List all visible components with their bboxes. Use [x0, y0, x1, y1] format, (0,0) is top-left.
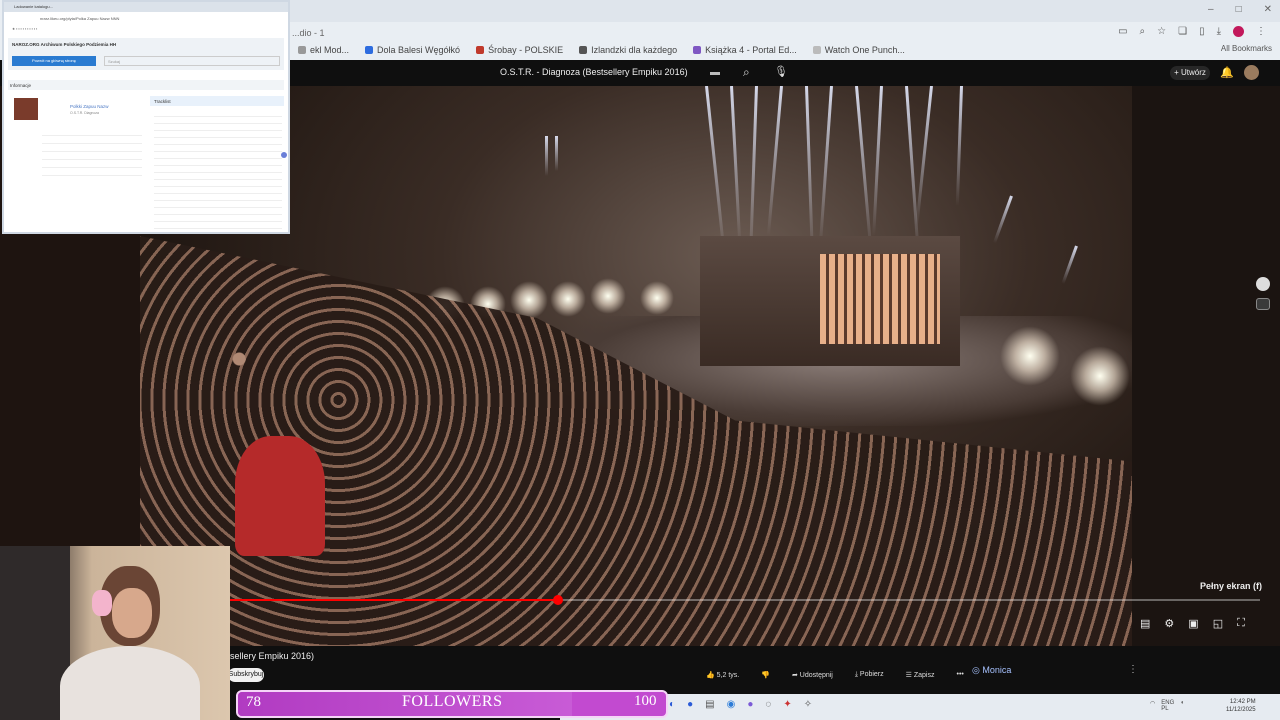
- translate-float-icon[interactable]: [1256, 298, 1270, 310]
- fullscreen-tooltip: Pełny ekran (f): [1200, 581, 1263, 591]
- app-icon[interactable]: ◉: [727, 699, 736, 710]
- webcam-overlay: [0, 546, 230, 720]
- popup-home-button[interactable]: Powrót na główną stronę: [12, 56, 96, 66]
- bookmark-item[interactable]: Izlandzki dla każdego: [579, 45, 677, 55]
- share-button[interactable]: ➦ Udostępnij: [792, 671, 833, 679]
- app-icon[interactable]: ✦: [783, 699, 791, 710]
- star-icon[interactable]: ☆: [1157, 26, 1166, 37]
- popup-info-label: Informacje: [10, 83, 32, 88]
- subtitles-icon[interactable]: ▤: [1140, 617, 1150, 630]
- close-window-button[interactable]: ✕: [1264, 4, 1272, 15]
- clock[interactable]: 12:42 PM 11/12/2025: [1226, 698, 1256, 714]
- popup-album-cover: [14, 98, 38, 120]
- followers-label: FOLLOWERS: [402, 693, 503, 710]
- video-actions: 👍 5,2 tys. 👎 ➦ Udostępnij ⤓ Pobierz ☰ Za…: [706, 671, 964, 679]
- popup-section-bar: [8, 80, 284, 90]
- language-indicator[interactable]: ENG PL: [1161, 700, 1174, 712]
- monica-label: Monica: [982, 665, 1012, 675]
- popup-search-input[interactable]: Szukaj: [104, 56, 280, 66]
- stage-screen: [820, 254, 940, 344]
- wifi-icon[interactable]: ◠: [1150, 700, 1155, 712]
- app-icon[interactable]: ▤: [705, 699, 714, 710]
- popup-album-subtitle: O.S.T.R. Diagnoza: [70, 111, 99, 115]
- profile-icon[interactable]: [1233, 26, 1244, 37]
- progress-bar-fill: [228, 599, 559, 601]
- clock-date: 11/12/2025: [1226, 707, 1256, 713]
- monica-extension-button[interactable]: ◎ Monica: [972, 665, 1011, 676]
- share-label: Udostępnij: [799, 672, 833, 679]
- avatar[interactable]: [1244, 65, 1259, 80]
- popup-scroll-icon[interactable]: [281, 152, 287, 158]
- more-menu-icon[interactable]: ⋮: [1128, 664, 1138, 675]
- bookmark-item[interactable]: Watch One Punch...: [812, 45, 905, 55]
- video-title-heading: sellery Empiku 2016): [230, 651, 315, 661]
- clock-time: 12:42 PM: [1229, 699, 1256, 705]
- download-button[interactable]: ⤓ Pobierz: [855, 671, 884, 679]
- player-controls: ▤ ⚙ ▣ ◱ ⛶: [1140, 617, 1245, 630]
- sidebar-icon[interactable]: ▯: [1199, 26, 1205, 37]
- video-title: O.S.T.R. - Diagnoza (Bestsellery Empiku …: [500, 67, 688, 77]
- zoom-icon[interactable]: ⌕: [1140, 26, 1146, 37]
- bookmark-item[interactable]: Dola Balesi Węgółkó: [365, 45, 460, 55]
- download-icon[interactable]: ⤓: [1217, 26, 1221, 37]
- microphone-icon[interactable]: 🎙: [774, 65, 788, 78]
- notifications-bell-icon[interactable]: 🔔: [1220, 66, 1234, 79]
- bookmark-item[interactable]: Śrobay - POLSKIE: [476, 45, 563, 55]
- miniplayer-icon[interactable]: ▣: [1188, 617, 1198, 630]
- bookmarks-bar: ekl Mod... Dola Balesi Węgółkó Śrobay - …: [290, 42, 1280, 58]
- like-count: 5,2 tys.: [716, 672, 740, 679]
- popup-site-title: NAROZ.ORG Archiwum Polskiego Podziemia H…: [12, 42, 117, 47]
- like-button[interactable]: 👍 5,2 tys.: [706, 671, 739, 679]
- minimize-button[interactable]: –: [1208, 4, 1214, 15]
- window-controls: – □ ✕: [1208, 4, 1272, 15]
- app-icon[interactable]: ◐: [669, 699, 675, 710]
- system-tray: ◠ ENG PL ◖: [1150, 700, 1184, 712]
- popup-tracklist-label: Tracklist: [154, 99, 171, 104]
- tab-bar: [290, 0, 1280, 22]
- cast-icon[interactable]: ◱: [1213, 617, 1223, 630]
- miniplayer-icon[interactable]: ▬: [710, 67, 720, 78]
- popup-tab[interactable]: Ladowanie katalogu...: [14, 4, 53, 9]
- popup-address-bar[interactable]: nrarz.likeu.org/plyta/Polka Zapuu Nazw N…: [40, 16, 119, 21]
- all-bookmarks-link[interactable]: All Bookmarks: [1221, 44, 1272, 53]
- settings-gear-icon[interactable]: ⚙: [1164, 617, 1174, 630]
- more-actions-button[interactable]: •••: [957, 671, 964, 679]
- maximize-button[interactable]: □: [1236, 4, 1242, 15]
- subscribe-button[interactable]: Subskrybuj: [228, 668, 264, 682]
- bookmark-item[interactable]: Książka 4 - Portal Ed...: [693, 45, 797, 55]
- bookmark-item[interactable]: ekl Mod...: [298, 45, 349, 55]
- streamer-face: [112, 588, 152, 638]
- headphones: [92, 590, 112, 616]
- popup-browser-window[interactable]: Ladowanie katalogu... nrarz.likeu.org/pl…: [2, 0, 290, 234]
- create-button[interactable]: + Utwórz: [1170, 66, 1210, 80]
- app-icon[interactable]: ●: [687, 699, 693, 710]
- save-label: Zapisz: [913, 672, 935, 679]
- video-letterbox-right: [1132, 86, 1280, 646]
- save-button[interactable]: ☰ Zapisz: [906, 671, 935, 679]
- tab-title-fragment[interactable]: ...dio - 1: [292, 28, 325, 38]
- followers-current-count: 78: [246, 694, 261, 710]
- volume-icon[interactable]: ◖: [1180, 700, 1184, 712]
- app-icon[interactable]: ●: [747, 699, 753, 710]
- dislike-button[interactable]: 👎: [761, 671, 770, 679]
- extension-float-icon[interactable]: [1256, 277, 1270, 291]
- popup-album-title[interactable]: Polkki Zapuu Nazw: [70, 104, 109, 109]
- download-label: Pobierz: [859, 671, 884, 678]
- app-icon[interactable]: ✧: [804, 699, 812, 710]
- whatsapp-icon[interactable]: ◌: [765, 699, 771, 710]
- address-bar-icons: ▭ ⌕ ☆ ❏ ▯ ⤓ ⋮: [1118, 26, 1266, 37]
- popup-bookmarks-bar: ★ ▪ ▪ ▪ ▪ ▪ ▪ ▪ ▪ ▪ ▪: [12, 27, 38, 31]
- menu-icon[interactable]: ⋮: [1256, 26, 1266, 37]
- audience-member: [235, 436, 325, 556]
- fullscreen-icon[interactable]: ⛶: [1237, 617, 1245, 630]
- extensions-icon[interactable]: ❏: [1178, 26, 1187, 37]
- followers-goal-count: 100: [634, 693, 657, 709]
- search-icon[interactable]: ⌕: [743, 65, 750, 80]
- streamer-body: [60, 646, 200, 720]
- screen-share-icon[interactable]: ▭: [1118, 26, 1127, 37]
